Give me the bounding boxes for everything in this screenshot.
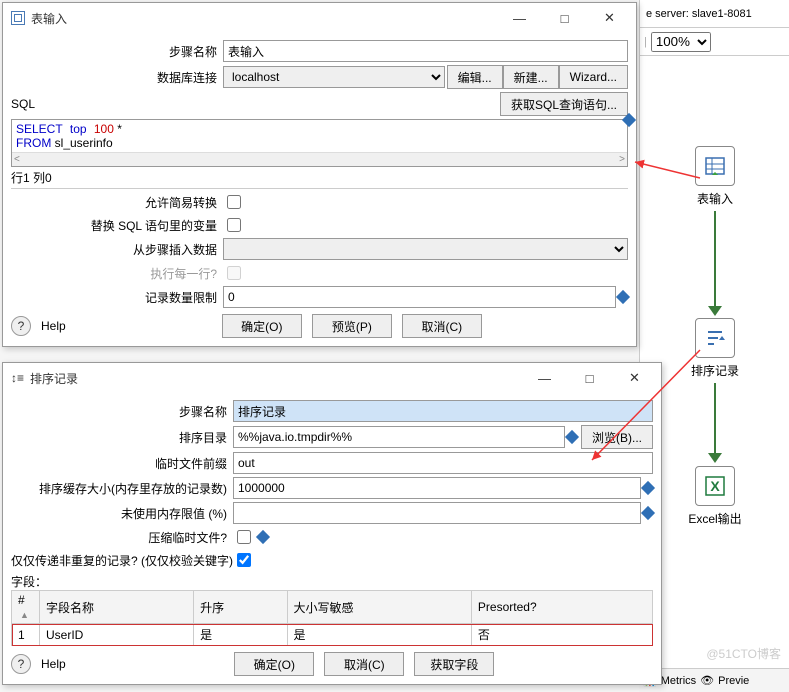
- col-asc: 升序: [194, 591, 287, 624]
- sql-textarea[interactable]: SELECT top 100 * FROM sl_userinfo <>: [11, 119, 628, 167]
- ok-button[interactable]: 确定(O): [234, 652, 314, 676]
- workflow-canvas[interactable]: 表输入 排序记录 X Excel输出: [640, 56, 789, 668]
- hop-1[interactable]: [714, 211, 716, 306]
- preview-tab-icon: 👁: [700, 674, 714, 687]
- fields-label: 字段：: [11, 573, 653, 590]
- divider-icon: |: [644, 36, 647, 48]
- insert-from-label: 从步骤插入数据: [11, 241, 223, 258]
- ok-button[interactable]: 确定(O): [222, 314, 302, 338]
- replace-vars-label: 替换 SQL 语句里的变量: [11, 217, 223, 234]
- excel-output-icon: X: [695, 466, 735, 506]
- col-name: 字段名称: [40, 591, 194, 624]
- table-input-icon: [695, 146, 735, 186]
- hop-arrow-icon: [708, 453, 722, 463]
- cancel-button[interactable]: 取消(C): [324, 652, 404, 676]
- close-button[interactable]: ✕: [612, 364, 657, 392]
- dialog-title: 表输入: [31, 10, 67, 27]
- new-conn-button[interactable]: 新建...: [503, 65, 559, 89]
- limit-input[interactable]: [223, 286, 616, 308]
- node-label: 表输入: [688, 190, 742, 207]
- node-excel-output[interactable]: X Excel输出: [688, 466, 742, 527]
- dialog-icon: [11, 11, 25, 25]
- help-icon[interactable]: ?: [11, 654, 31, 674]
- step-name-input[interactable]: [233, 400, 653, 422]
- sort-arrow-icon: ▲: [20, 610, 29, 620]
- node-label: Excel输出: [688, 510, 742, 527]
- col-idx: #▲: [12, 591, 40, 624]
- help-button[interactable]: Help: [41, 657, 66, 671]
- node-label: 排序记录: [688, 362, 742, 379]
- dialog-title: 排序记录: [30, 370, 78, 387]
- unique-label: 仅仅传递非重复的记录? (仅仅校验关键字): [11, 552, 233, 569]
- tmp-prefix-label: 临时文件前缀: [11, 455, 233, 472]
- sort-rows-dialog: ↕≡ 排序记录 — □ ✕ 步骤名称 排序目录 浏览(B)... 临时文件前缀 排…: [2, 362, 662, 685]
- browse-button[interactable]: 浏览(B)...: [581, 425, 653, 449]
- edit-conn-button[interactable]: 编辑...: [447, 65, 503, 89]
- tmp-prefix-input[interactable]: [233, 452, 653, 474]
- minimize-button[interactable]: —: [522, 364, 567, 392]
- limit-label: 记录数量限制: [11, 289, 223, 306]
- sort-rows-icon: [695, 318, 735, 358]
- get-sql-button[interactable]: 获取SQL查询语句...: [500, 92, 628, 116]
- allow-lazy-label: 允许简易转换: [11, 194, 223, 211]
- sort-dir-label: 排序目录: [11, 429, 233, 446]
- cursor-position-label: 行1 列0: [11, 169, 628, 186]
- node-table-input[interactable]: 表输入: [688, 146, 742, 207]
- unique-checkbox[interactable]: [237, 553, 251, 567]
- table-row[interactable]: 1 UserID 是 是 否: [12, 624, 653, 646]
- each-row-checkbox: [227, 266, 241, 280]
- buffer-size-label: 排序缓存大小(内存里存放的记录数): [11, 480, 233, 497]
- maximize-button[interactable]: □: [542, 4, 587, 32]
- db-conn-label: 数据库连接: [11, 69, 223, 86]
- db-conn-select[interactable]: localhost: [223, 66, 445, 88]
- variable-icon: [641, 506, 655, 520]
- replace-vars-checkbox[interactable]: [227, 218, 241, 232]
- preview-tab[interactable]: Previe: [718, 675, 749, 687]
- step-name-label: 步骤名称: [11, 403, 233, 420]
- sql-label: SQL: [11, 97, 35, 111]
- minimize-button[interactable]: —: [497, 4, 542, 32]
- col-presorted: Presorted?: [471, 591, 652, 624]
- allow-lazy-checkbox[interactable]: [227, 195, 241, 209]
- compress-checkbox[interactable]: [237, 530, 251, 544]
- hop-2[interactable]: [714, 383, 716, 453]
- fields-grid[interactable]: #▲ 字段名称 升序 大小写敏感 Presorted? 1 UserID 是 是…: [11, 590, 653, 646]
- maximize-button[interactable]: □: [567, 364, 612, 392]
- cancel-button[interactable]: 取消(C): [402, 314, 482, 338]
- step-name-label: 步骤名称: [11, 43, 223, 60]
- server-label: e server: slave1-8081: [640, 6, 758, 22]
- close-button[interactable]: ✕: [587, 4, 632, 32]
- mem-threshold-label: 未使用内存限值 (%): [11, 505, 233, 522]
- each-row-label: 执行每一行?: [11, 265, 223, 282]
- variable-icon: [616, 290, 630, 304]
- col-case: 大小写敏感: [287, 591, 471, 624]
- variable-icon: [565, 430, 579, 444]
- dialog-titlebar[interactable]: ↕≡ 排序记录 — □ ✕: [3, 363, 661, 393]
- dialog-icon: ↕≡: [11, 371, 24, 385]
- help-button[interactable]: Help: [41, 319, 66, 333]
- table-input-dialog: 表输入 — □ ✕ 步骤名称 数据库连接 localhost 编辑... 新建.…: [2, 2, 637, 347]
- preview-button[interactable]: 预览(P): [312, 314, 392, 338]
- dialog-titlebar[interactable]: 表输入 — □ ✕: [3, 3, 636, 33]
- sort-dir-input[interactable]: [233, 426, 565, 448]
- variable-icon: [641, 481, 655, 495]
- compress-label: 压缩临时文件?: [11, 529, 233, 546]
- h-scrollbar[interactable]: <>: [12, 152, 627, 166]
- help-icon[interactable]: ?: [11, 316, 31, 336]
- server-indicator: e server: slave1-8081: [640, 0, 789, 28]
- buffer-size-input[interactable]: [233, 477, 641, 499]
- wizard-button[interactable]: Wizard...: [559, 65, 628, 89]
- insert-from-select[interactable]: [223, 238, 628, 260]
- get-fields-button[interactable]: 获取字段: [414, 652, 494, 676]
- variable-icon: [256, 530, 270, 544]
- canvas-toolbar: | 100%: [640, 28, 789, 56]
- svg-text:X: X: [710, 478, 720, 494]
- zoom-select[interactable]: 100%: [651, 32, 711, 52]
- node-sort-rows[interactable]: 排序记录: [688, 318, 742, 379]
- hop-arrow-icon: [708, 306, 722, 316]
- step-name-input[interactable]: [223, 40, 628, 62]
- mem-threshold-input[interactable]: [233, 502, 641, 524]
- metrics-tab[interactable]: Metrics: [661, 675, 696, 687]
